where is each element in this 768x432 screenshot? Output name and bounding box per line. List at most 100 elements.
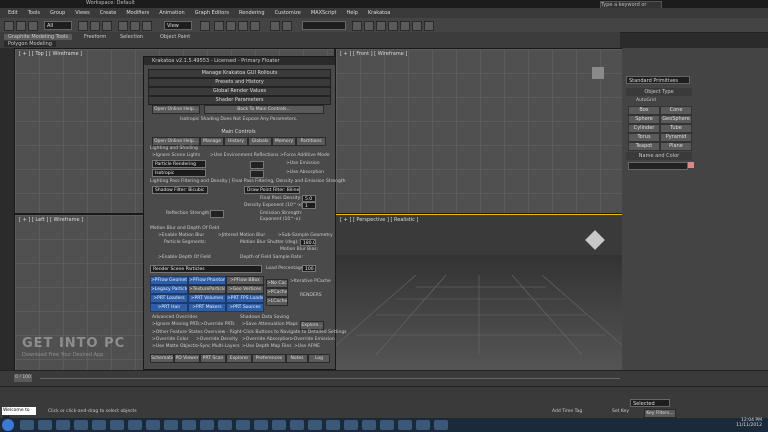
chrome-taskbar-icon[interactable] bbox=[56, 420, 70, 430]
schematic-button[interactable]: Schematic bbox=[150, 354, 174, 363]
menu-animation[interactable]: Animation bbox=[159, 8, 185, 18]
app-taskbar-icon[interactable] bbox=[218, 420, 232, 430]
spinner[interactable] bbox=[210, 210, 224, 218]
app-taskbar-icon[interactable] bbox=[272, 420, 286, 430]
history-button[interactable]: History bbox=[224, 137, 248, 146]
source-texture-particles[interactable]: >TextureParticles bbox=[188, 285, 226, 294]
partitions-button[interactable]: Partitions bbox=[296, 137, 326, 146]
schematic-view-icon[interactable] bbox=[376, 21, 386, 31]
main-open-help-button[interactable]: Open Online Help... bbox=[152, 137, 200, 146]
menu-edit[interactable]: Edit bbox=[8, 8, 18, 18]
app-taskbar-icon[interactable] bbox=[182, 420, 196, 430]
spinner[interactable] bbox=[250, 161, 264, 169]
set-key-label[interactable]: Set Key bbox=[612, 409, 629, 414]
browser-taskbar-icon[interactable] bbox=[38, 420, 52, 430]
explorer-taskbar-icon[interactable] bbox=[20, 420, 34, 430]
box-button[interactable]: Box bbox=[628, 106, 660, 115]
app-taskbar-icon[interactable] bbox=[326, 420, 340, 430]
tab-selection[interactable]: Selection bbox=[120, 34, 143, 40]
viewport-label-top[interactable]: [ + ] [ Top ] [ Wireframe ] bbox=[19, 51, 82, 57]
source-pflow-geometry[interactable]: >PFlow Geometry bbox=[150, 276, 188, 285]
rollout-shader-parameters[interactable]: Shader Parameters bbox=[148, 96, 331, 105]
tube-button[interactable]: Tube bbox=[660, 124, 692, 133]
tab-object-paint[interactable]: Object Paint bbox=[160, 34, 190, 40]
object-type-rollout[interactable]: Object Type bbox=[626, 88, 692, 96]
autogrid-checkbox[interactable]: AutoGrid bbox=[636, 98, 656, 103]
workspace-title[interactable]: Workspace: Default bbox=[86, 0, 135, 6]
menu-create[interactable]: Create bbox=[100, 8, 117, 18]
render-production-icon[interactable] bbox=[424, 21, 434, 31]
plane-button[interactable]: Plane bbox=[660, 142, 692, 151]
viewport-label-front[interactable]: [ + ] [ Front ] [ Wireframe ] bbox=[340, 51, 407, 57]
app-taskbar-icon[interactable] bbox=[398, 420, 412, 430]
app-taskbar-icon[interactable] bbox=[146, 420, 160, 430]
pd-viewer-button[interactable]: PD Viewer bbox=[174, 354, 200, 363]
key-filters-button[interactable]: Key Filters... bbox=[644, 409, 676, 418]
name-color-rollout[interactable]: Name and Color bbox=[626, 152, 692, 160]
subtab-polygon-modeling[interactable]: Polygon Modeling bbox=[4, 41, 56, 47]
menu-graph-editors[interactable]: Graph Editors bbox=[195, 8, 229, 18]
ignore-scene-lights-checkbox[interactable]: >Ignore Scene Lights bbox=[152, 153, 200, 158]
render-frame-icon[interactable] bbox=[412, 21, 422, 31]
app-taskbar-icon[interactable] bbox=[110, 420, 124, 430]
ignore-missing-prts-checkbox[interactable]: >Ignore Missing PRTs bbox=[152, 322, 200, 327]
app-taskbar-icon[interactable] bbox=[416, 420, 430, 430]
menu-help[interactable]: Help bbox=[347, 8, 358, 18]
rollout-manage-gui[interactable]: Manage Krakatoa GUI Rollouts bbox=[148, 69, 331, 78]
override-prts-checkbox[interactable]: >Override PRTs bbox=[200, 322, 235, 327]
log-button[interactable]: Log bbox=[308, 354, 330, 363]
enable-dof-checkbox[interactable]: >Enable Depth Of Field bbox=[158, 255, 211, 260]
pyramid-button[interactable]: Pyramid bbox=[660, 133, 692, 142]
viewport-front[interactable]: [ + ] [ Front ] [ Wireframe ] bbox=[335, 48, 623, 214]
pivot-icon[interactable] bbox=[200, 21, 210, 31]
spinner[interactable] bbox=[250, 170, 264, 178]
app-taskbar-icon[interactable] bbox=[254, 420, 268, 430]
save-attenuation-checkbox[interactable]: >Save Attenuation Maps bbox=[242, 322, 298, 327]
sync-multi-layers-checkbox[interactable]: >Sync Multi-Layers bbox=[196, 344, 240, 349]
use-matte-objects-checkbox[interactable]: >Use Matte Objects bbox=[152, 344, 197, 349]
source-legacy-particles[interactable]: >Legacy Particles bbox=[150, 285, 188, 294]
teapot-button[interactable]: Teapot bbox=[628, 142, 660, 151]
use-afme-checkbox[interactable]: >Use AFME bbox=[294, 344, 320, 349]
vlc-taskbar-icon[interactable] bbox=[74, 420, 88, 430]
viewport-label-perspective[interactable]: [ + ] [ Perspective ] [ Realistic ] bbox=[340, 217, 418, 223]
cylinder-button[interactable]: Cylinder bbox=[628, 124, 660, 133]
menu-maxscript[interactable]: MAXScript bbox=[311, 8, 337, 18]
source-pflow-phantom[interactable]: >PFlow Phantom bbox=[188, 276, 226, 285]
material-editor-icon[interactable] bbox=[388, 21, 398, 31]
link-icon[interactable] bbox=[28, 21, 38, 31]
use-env-reflections-checkbox[interactable]: >Use Environment Reflections bbox=[210, 153, 279, 158]
source-prt-loaders[interactable]: >PRT Loaders bbox=[150, 294, 188, 303]
notes-button[interactable]: Notes bbox=[286, 354, 308, 363]
use-absorption-checkbox[interactable]: >Use Absorption bbox=[286, 170, 324, 175]
app-taskbar-icon[interactable] bbox=[434, 420, 448, 430]
shading-mode-dropdown[interactable]: Isotropic bbox=[152, 169, 206, 177]
tab-graphite-modeling[interactable]: Graphite Modeling Tools bbox=[4, 34, 73, 40]
menu-customize[interactable]: Customize bbox=[275, 8, 301, 18]
mirror-icon[interactable] bbox=[270, 21, 280, 31]
named-selection-dropdown[interactable] bbox=[302, 21, 346, 30]
back-to-main-controls-button[interactable]: Back To Main Controls... bbox=[204, 105, 324, 114]
tab-freeform[interactable]: Freeform bbox=[84, 34, 106, 40]
iterative-pcache-checkbox[interactable]: >Iterative PCache bbox=[290, 279, 331, 284]
globals-button[interactable]: Globals bbox=[248, 137, 272, 146]
use-depth-map-checkbox[interactable]: >Use Depth Map Files bbox=[242, 344, 292, 349]
source-pflow-bbox[interactable]: >PFlow BBox bbox=[226, 276, 264, 285]
viewport-perspective[interactable]: [ + ] [ Perspective ] [ Realistic ] bbox=[335, 214, 623, 372]
source-prt-volumes[interactable]: >PRT Volumes bbox=[188, 294, 226, 303]
pcache-button[interactable]: >PCache bbox=[266, 288, 288, 297]
undo-icon[interactable] bbox=[4, 21, 14, 31]
source-prt-sources[interactable]: >PRT Sources bbox=[226, 303, 264, 312]
viewport-label-left[interactable]: [ + ] [ Left ] [ Wireframe ] bbox=[19, 217, 83, 223]
preferences-button[interactable]: Preferences bbox=[252, 354, 286, 363]
source-geo-vertices[interactable]: >Geo Vertices bbox=[226, 285, 264, 294]
percent-snap-icon[interactable] bbox=[238, 21, 248, 31]
sub-sample-geometry-checkbox[interactable]: >Sub-Sample Geometry bbox=[278, 233, 333, 238]
motion-blur-shutter-value[interactable]: 180.0 bbox=[300, 239, 316, 246]
move-icon[interactable] bbox=[118, 21, 128, 31]
override-emission-checkbox[interactable]: >Override Emission bbox=[290, 337, 335, 342]
layer-icon[interactable] bbox=[352, 21, 362, 31]
override-color-checkbox[interactable]: >Override Color bbox=[152, 337, 188, 342]
prt-scan-button[interactable]: PRT Scan bbox=[200, 354, 226, 363]
source-prt-hair[interactable]: >PRT Hair bbox=[150, 303, 188, 312]
